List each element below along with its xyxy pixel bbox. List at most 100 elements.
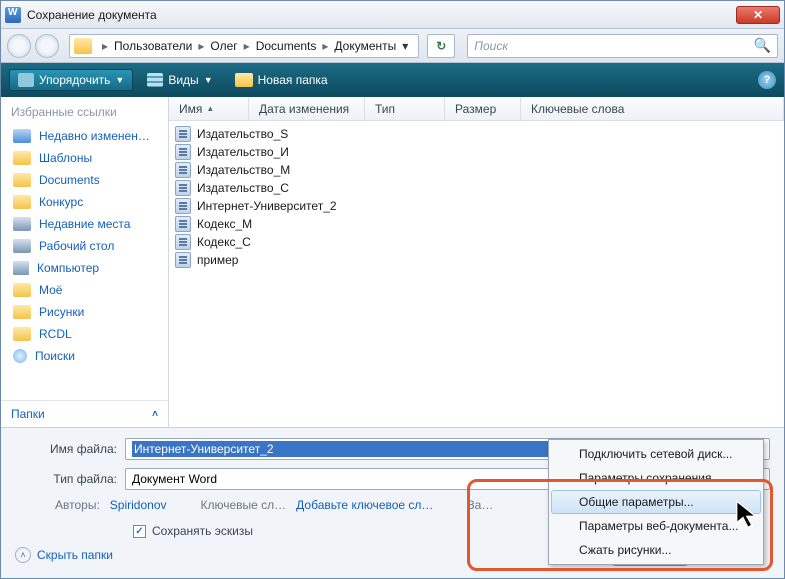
breadcrumb[interactable]: ▸ Пользователи ▸ Олег ▸ Documents ▸ Доку… [69, 34, 419, 58]
views-icon [147, 73, 163, 87]
sidebar-item-5[interactable]: Рабочий стол [1, 235, 168, 257]
col-size[interactable]: Размер [445, 97, 521, 120]
file-name: Кодекс_С [197, 235, 251, 249]
file-item[interactable]: Кодекс_М [171, 215, 782, 233]
crumb-folder[interactable]: Документы [334, 39, 396, 53]
authors-value[interactable]: Spiridonov [110, 498, 167, 512]
file-item[interactable]: Издательство_И [171, 143, 782, 161]
chevron-down-icon: ▼ [204, 75, 213, 85]
folder-icon [13, 283, 31, 297]
nav-back-button[interactable] [7, 34, 31, 58]
file-name: Интернет-Университет_2 [197, 199, 337, 213]
sidebar-item-3[interactable]: Конкурс [1, 191, 168, 213]
sidebar-item-7[interactable]: Моё [1, 279, 168, 301]
sort-asc-icon: ▲ [206, 104, 214, 113]
sidebar-item-label: Поиски [35, 349, 75, 363]
folder-icon [13, 217, 31, 231]
sidebar: Избранные ссылки Недавно изменен… Шаблоны… [1, 97, 169, 427]
save-thumbnails-label: Сохранять эскизы [152, 524, 253, 538]
close-button[interactable]: ✕ [736, 6, 780, 24]
organize-button[interactable]: Упорядочить ▼ [9, 69, 133, 91]
col-keywords[interactable]: Ключевые слова [521, 97, 784, 120]
za-label: За… [467, 498, 493, 512]
crumb-user[interactable]: Олег [210, 39, 237, 53]
document-icon [175, 216, 191, 232]
authors-label: Авторы: [55, 498, 100, 512]
document-icon [175, 126, 191, 142]
help-button[interactable]: ? [758, 71, 776, 89]
sidebar-item-label: Рабочий стол [39, 239, 114, 253]
sidebar-item-1[interactable]: Шаблоны [1, 147, 168, 169]
sidebar-section-title: Избранные ссылки [1, 97, 168, 125]
sidebar-item-0[interactable]: Недавно изменен… [1, 125, 168, 147]
breadcrumb-dropdown[interactable]: ▾ [396, 39, 414, 53]
folder-icon [13, 349, 27, 363]
titlebar: Сохранение документа ✕ [1, 1, 784, 29]
save-thumbnails-checkbox[interactable]: ✓ [133, 525, 146, 538]
file-item[interactable]: пример [171, 251, 782, 269]
dialog-body: Избранные ссылки Недавно изменен… Шаблоны… [1, 97, 784, 427]
sidebar-item-6[interactable]: Компьютер [1, 257, 168, 279]
sidebar-item-label: Недавние места [39, 217, 130, 231]
folders-toggle[interactable]: Папки ˄ [1, 400, 168, 427]
refresh-button[interactable]: ↻ [427, 34, 455, 58]
search-icon: 🔍 [754, 37, 771, 54]
sidebar-item-label: Компьютер [37, 261, 99, 275]
sidebar-item-8[interactable]: Рисунки [1, 301, 168, 323]
keywords-add[interactable]: Добавьте ключевое сл… [296, 498, 433, 512]
hide-folders-button[interactable]: ˄ Скрыть папки [15, 547, 113, 563]
col-type[interactable]: Тип [365, 97, 445, 120]
sidebar-item-label: Шаблоны [39, 151, 92, 165]
menu-general-options[interactable]: Общие параметры... [551, 490, 761, 514]
chevron-right-icon[interactable]: ▸ [198, 39, 204, 53]
sidebar-item-10[interactable]: Поиски [1, 345, 168, 367]
menu-save-options[interactable]: Параметры сохранения... [551, 466, 761, 490]
file-item[interactable]: Интернет-Университет_2 [171, 197, 782, 215]
file-name: Издательство_S [197, 127, 288, 141]
folder-icon [74, 38, 92, 54]
folder-icon [235, 73, 253, 87]
file-item[interactable]: Издательство_М [171, 161, 782, 179]
sidebar-item-9[interactable]: RCDL [1, 323, 168, 345]
file-name: пример [197, 253, 238, 267]
chevron-down-icon: ▼ [115, 75, 124, 85]
column-headers: Имя▲ Дата изменения Тип Размер Ключевые … [169, 97, 784, 121]
new-folder-button[interactable]: Новая папка [227, 70, 336, 90]
menu-map-drive[interactable]: Подключить сетевой диск... [551, 442, 761, 466]
chevron-right-icon[interactable]: ▸ [102, 39, 108, 53]
file-name: Кодекс_М [197, 217, 252, 231]
sidebar-item-label: Рисунки [39, 305, 84, 319]
menu-web-options[interactable]: Параметры веб-документа... [551, 514, 761, 538]
sidebar-item-2[interactable]: Documents [1, 169, 168, 191]
sidebar-item-4[interactable]: Недавние места [1, 213, 168, 235]
file-name: Издательство_М [197, 163, 290, 177]
views-button[interactable]: Виды ▼ [139, 70, 220, 90]
chevron-up-icon: ˄ [152, 409, 158, 420]
file-item[interactable]: Издательство_С [171, 179, 782, 197]
file-item[interactable]: Кодекс_С [171, 233, 782, 251]
toolbar: Упорядочить ▼ Виды ▼ Новая папка ? [1, 63, 784, 97]
sidebar-item-label: RCDL [39, 327, 72, 341]
folder-icon [13, 305, 31, 319]
nav-forward-button[interactable] [35, 34, 59, 58]
folder-icon [13, 173, 31, 187]
search-placeholder: Поиск [474, 39, 753, 53]
folder-icon [13, 129, 31, 143]
crumb-documents[interactable]: Documents [256, 39, 317, 53]
service-context-menu: Подключить сетевой диск... Параметры сох… [548, 439, 764, 565]
new-folder-label: Новая папка [258, 73, 328, 87]
col-name[interactable]: Имя▲ [169, 97, 249, 120]
folder-icon [13, 151, 31, 165]
document-icon [175, 162, 191, 178]
file-item[interactable]: Издательство_S [171, 125, 782, 143]
keywords-label: Ключевые сл… [201, 498, 287, 512]
col-date[interactable]: Дата изменения [249, 97, 365, 120]
filename-label: Имя файла: [15, 442, 125, 456]
chevron-right-icon[interactable]: ▸ [244, 39, 250, 53]
folder-icon [13, 327, 31, 341]
crumb-users[interactable]: Пользователи [114, 39, 192, 53]
search-input[interactable]: Поиск 🔍 [467, 34, 778, 58]
chevron-right-icon[interactable]: ▸ [322, 39, 328, 53]
document-icon [175, 180, 191, 196]
menu-compress-pictures[interactable]: Сжать рисунки... [551, 538, 761, 562]
